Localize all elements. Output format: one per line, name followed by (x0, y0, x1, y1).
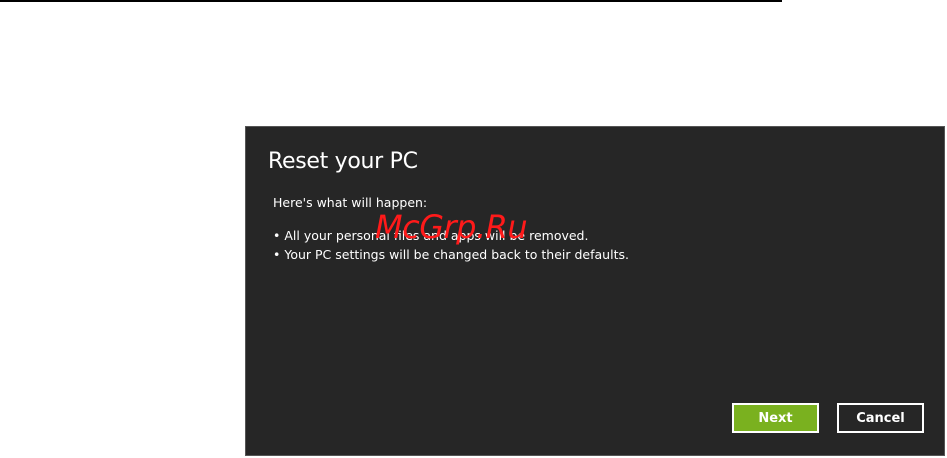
top-divider-line (0, 0, 782, 2)
dialog-intro-text: Here's what will happen: (273, 195, 428, 210)
dialog-title: Reset your PC (268, 149, 418, 174)
consequence-item-settings: • Your PC settings will be changed back … (273, 247, 629, 262)
consequence-list: • All your personal files and apps will … (273, 226, 629, 264)
cancel-button[interactable]: Cancel (837, 403, 924, 433)
consequence-item-files: • All your personal files and apps will … (273, 228, 589, 243)
reset-pc-dialog: Reset your PC Here's what will happen: •… (245, 126, 945, 456)
next-button[interactable]: Next (732, 403, 819, 433)
